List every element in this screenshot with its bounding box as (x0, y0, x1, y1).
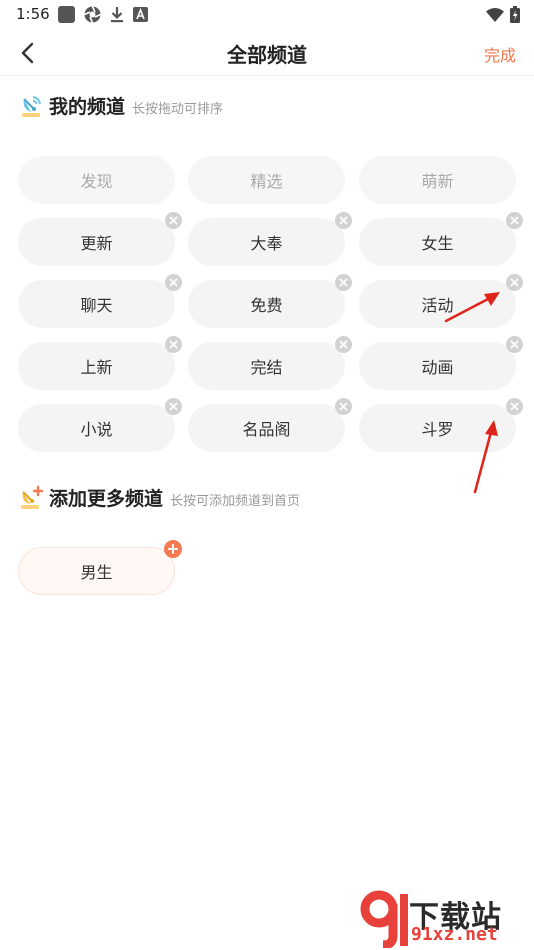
close-icon (510, 278, 519, 287)
channel-chip[interactable]: 上新 (18, 336, 182, 390)
a-box-icon (133, 6, 148, 22)
channel-chip[interactable]: 活动 (359, 274, 523, 328)
channel-label: 活动 (421, 296, 454, 315)
remove-channel-button[interactable] (335, 212, 352, 229)
channel-label: 动画 (421, 358, 454, 377)
channel-chip[interactable]: 更新 (18, 212, 182, 266)
close-icon (169, 340, 178, 349)
battery-icon (510, 5, 520, 23)
watermark-url: 91xz.net (411, 924, 498, 945)
channel-chip-fixed[interactable]: 萌新 (359, 156, 516, 204)
add-channel-chip[interactable]: 男生 (18, 540, 182, 595)
channel-label: 男生 (80, 563, 113, 582)
close-icon (339, 278, 348, 287)
done-button[interactable]: 完成 (484, 42, 516, 66)
channel-label: 完结 (250, 358, 283, 377)
remove-channel-button[interactable] (165, 398, 182, 415)
close-icon (339, 402, 348, 411)
channel-label: 上新 (80, 358, 113, 377)
close-icon (339, 216, 348, 225)
channel-chip[interactable]: 动画 (359, 336, 523, 390)
channel-label: 发现 (80, 172, 113, 191)
status-icons-right (486, 5, 520, 23)
satellite-dish-icon (22, 95, 41, 117)
channel-chip[interactable]: 女生 (359, 212, 523, 266)
more-channels-hint: 长按可添加频道到首页 (170, 493, 301, 509)
channel-label: 大奉 (250, 234, 283, 253)
remove-channel-button[interactable] (335, 398, 352, 415)
channel-chip[interactable]: 免费 (188, 274, 352, 328)
add-channel-button[interactable] (164, 540, 182, 558)
channel-chip-fixed[interactable]: 精选 (188, 156, 345, 204)
remove-channel-button[interactable] (506, 274, 523, 291)
remove-channel-button[interactable] (335, 336, 352, 353)
nav-bar: 全部频道 完成 (0, 30, 534, 76)
channel-label: 聊天 (80, 296, 113, 315)
my-channels-header: 我的频道 长按拖动可排序 (18, 92, 223, 119)
channel-label: 萌新 (421, 172, 454, 191)
my-channels-title: 我的频道 (49, 96, 126, 118)
close-icon (510, 340, 519, 349)
more-channels-title: 添加更多频道 (49, 488, 164, 510)
close-icon (169, 278, 178, 287)
channel-chip[interactable]: 斗罗 (359, 398, 523, 452)
remove-channel-button[interactable] (165, 212, 182, 229)
wifi-icon (486, 7, 504, 22)
close-icon (510, 402, 519, 411)
channel-label: 免费 (250, 296, 283, 315)
remove-channel-button[interactable] (165, 336, 182, 353)
plus-icon (168, 544, 178, 554)
channel-chip[interactable]: 大奉 (188, 212, 352, 266)
channel-chip[interactable]: 聊天 (18, 274, 182, 328)
channel-chip[interactable]: 名品阁 (188, 398, 352, 452)
remove-channel-button[interactable] (335, 274, 352, 291)
remove-channel-button[interactable] (506, 212, 523, 229)
remove-channel-button[interactable] (506, 336, 523, 353)
status-time: 1:56 (16, 5, 50, 23)
annotation-arrows (444, 292, 500, 494)
watermark: 下载站 91xz.net (359, 890, 534, 950)
status-icons-left (58, 5, 148, 23)
channel-chip-fixed[interactable]: 发现 (18, 156, 175, 204)
my-channels-hint: 长按拖动可排序 (132, 101, 224, 117)
aperture-icon (84, 5, 101, 23)
channel-label: 精选 (250, 172, 283, 191)
close-icon (339, 340, 348, 349)
close-icon (169, 402, 178, 411)
more-channels-header: 添加更多频道 长按可添加频道到首页 (18, 484, 300, 511)
app-square-icon (58, 5, 75, 23)
add-channel-icon (21, 485, 44, 509)
close-icon (169, 216, 178, 225)
watermark-logo-icon (360, 890, 408, 948)
page-title: 全部频道 (227, 43, 307, 67)
channel-label: 小说 (80, 420, 113, 439)
remove-channel-button[interactable] (165, 274, 182, 291)
channel-chip[interactable]: 小说 (18, 398, 182, 452)
close-icon (510, 216, 519, 225)
channel-chip[interactable]: 完结 (188, 336, 352, 390)
channel-label: 斗罗 (421, 420, 454, 439)
download-icon (111, 6, 123, 22)
status-bar: 1:56 (0, 0, 534, 30)
remove-channel-button[interactable] (506, 398, 523, 415)
channel-label: 女生 (421, 234, 454, 253)
channel-label: 名品阁 (242, 420, 291, 439)
channel-label: 更新 (80, 234, 113, 253)
